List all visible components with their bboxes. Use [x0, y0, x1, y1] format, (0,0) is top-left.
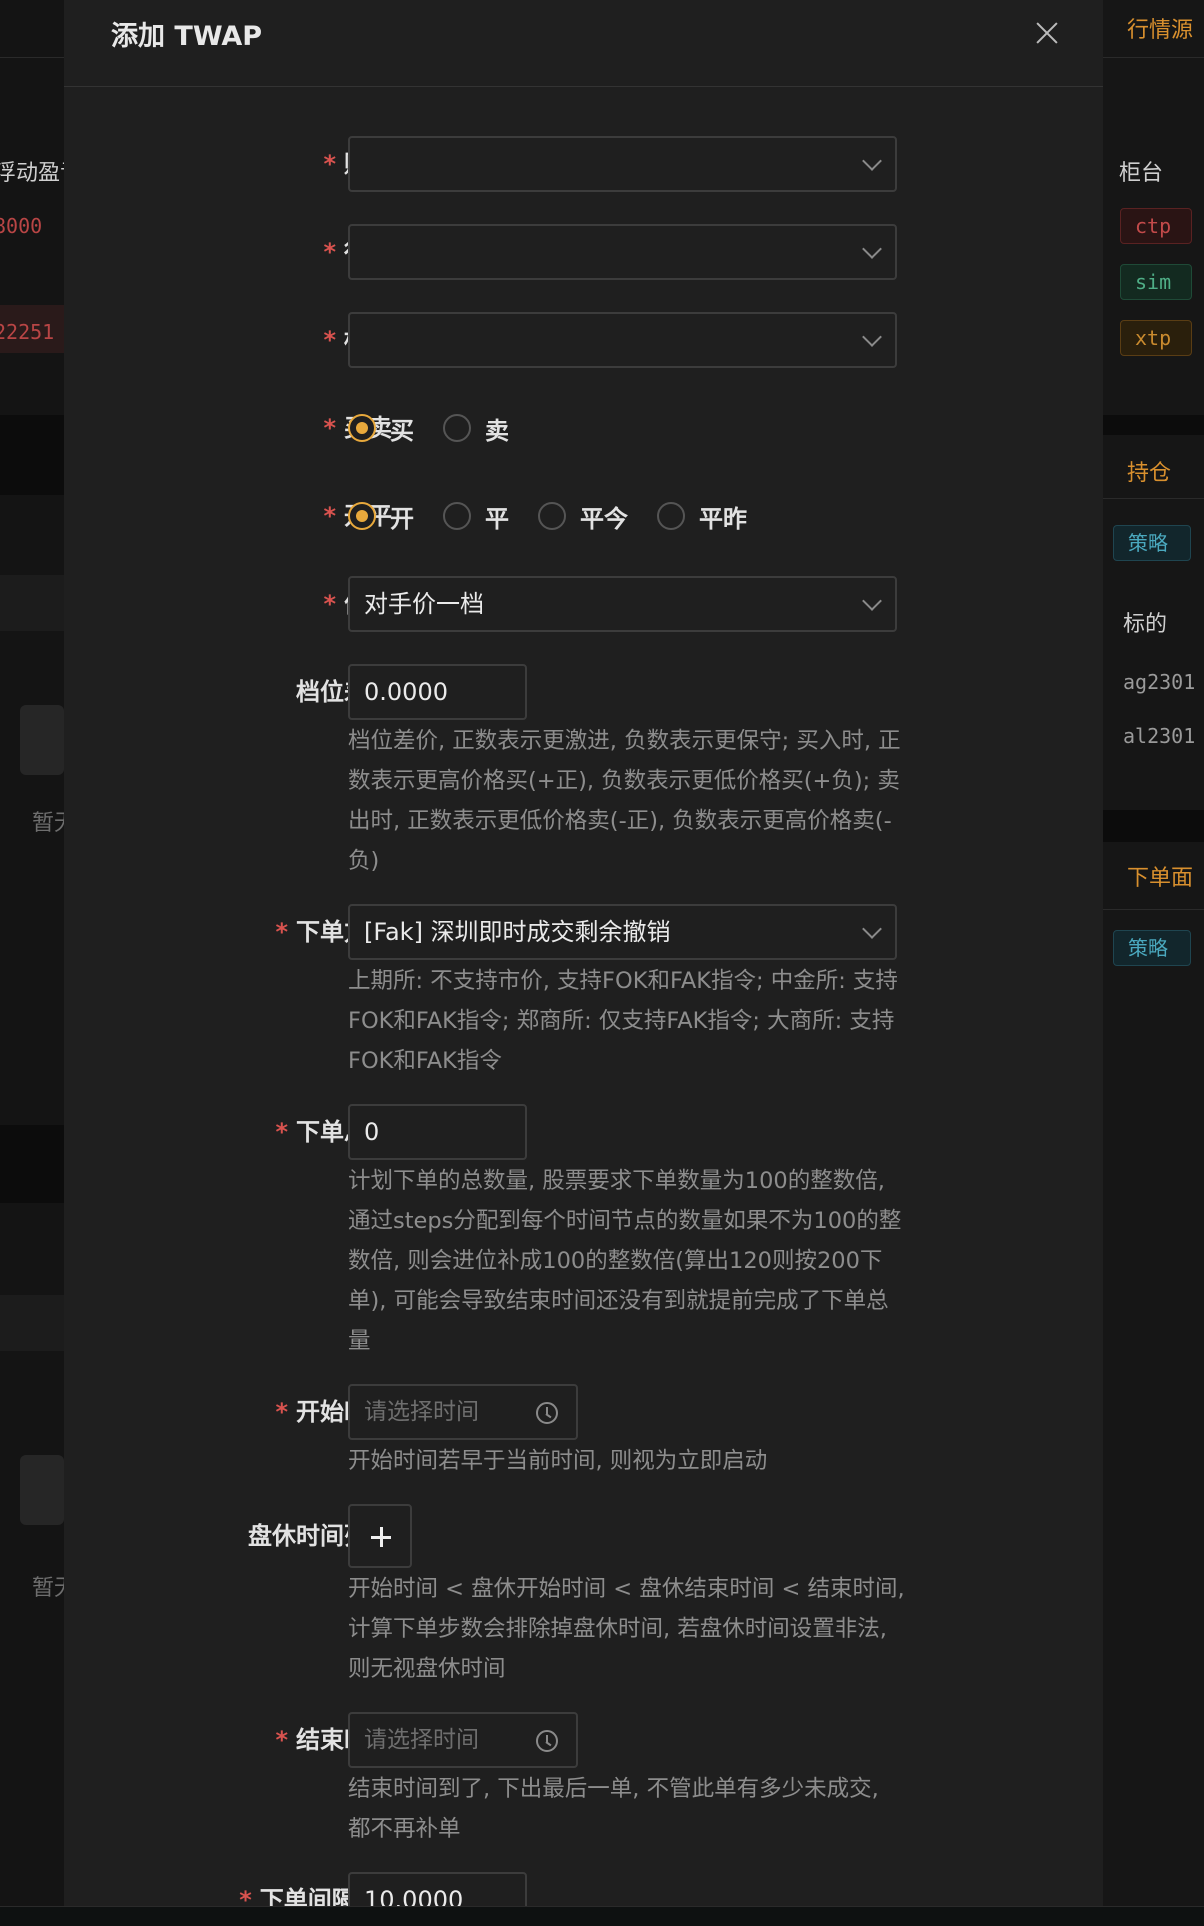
- counter-tag-ctp: ctp: [1120, 208, 1192, 244]
- left-table-header: [0, 575, 66, 631]
- left-empty-icon-2: [20, 1455, 64, 1525]
- order-type-help: 上期所: 不支持市价, 支持FOK和FAK指令; 中金所: 支持FOK和FAK指…: [348, 968, 898, 1074]
- radio-checked-icon: [348, 414, 376, 442]
- modal-title: 添加 TWAP: [111, 21, 263, 52]
- offset-radio-close-today[interactable]: 平今: [538, 499, 628, 534]
- chevron-down-icon: [862, 239, 882, 259]
- strategy-filter-tag-2[interactable]: 策略: [1113, 930, 1191, 966]
- right-divider-2: [1103, 810, 1204, 842]
- chevron-down-icon: [862, 151, 882, 171]
- side-radio-buy[interactable]: 买: [348, 411, 414, 446]
- left-divider-1: [0, 415, 66, 495]
- right-divider-1: [1103, 415, 1204, 435]
- radio-unchecked-icon: [538, 502, 566, 530]
- offset-radio-close[interactable]: 平: [443, 499, 509, 534]
- plus-icon: [348, 1504, 412, 1568]
- right-background-panel: 行情源 柜台 ctp sim xtp 持仓 策略 标的 ag2301 al230…: [1103, 0, 1204, 1926]
- end-time-picker[interactable]: 请选择时间: [348, 1712, 578, 1768]
- left-column-header: 浮动盈亏: [0, 161, 66, 186]
- break-list-add-button[interactable]: [348, 1504, 412, 1568]
- left-value-1: 8000: [0, 214, 43, 238]
- strategy-filter-tag[interactable]: 策略: [1113, 525, 1191, 561]
- radio-unchecked-icon: [443, 414, 471, 442]
- clock-icon: [536, 1402, 558, 1424]
- chevron-down-icon: [862, 327, 882, 347]
- radio-checked-icon: [348, 502, 376, 530]
- order-type-select[interactable]: [Fak] 深圳即时成交剩余撤销: [348, 904, 897, 960]
- market-select[interactable]: [348, 224, 897, 280]
- chevron-down-icon: [862, 591, 882, 611]
- offset-radio-close-yesterday[interactable]: 平昨: [657, 499, 747, 534]
- offset-radio-open[interactable]: 开: [348, 499, 414, 534]
- left-topbar: [0, 0, 66, 58]
- side-radio-group: 买 卖: [348, 400, 538, 456]
- start-time-help: 开始时间若早于当前时间, 则视为立即启动: [348, 1448, 768, 1474]
- end-time-help: 结束时间到了, 下出最后一单, 不管此单有多少未成交, 都不再补单: [348, 1776, 879, 1842]
- required-mark: *: [323, 150, 336, 178]
- start-time-picker[interactable]: 请选择时间: [348, 1384, 578, 1440]
- modal-header: 添加 TWAP: [64, 0, 1103, 87]
- clock-icon: [536, 1730, 558, 1752]
- symbol-select[interactable]: [348, 312, 897, 368]
- symbol-row-1[interactable]: ag2301: [1123, 670, 1195, 694]
- tick-diff-help: 档位差价, 正数表示更激进, 负数表示更保守; 买入时, 正数表示更高价格买(+…: [348, 728, 901, 874]
- counter-column-header: 柜台: [1119, 161, 1164, 186]
- symbol-row-2[interactable]: al2301: [1123, 724, 1195, 748]
- break-list-help: 开始时间 < 盘休开始时间 < 盘休结束时间 < 结束时间, 计算下单步数会排除…: [348, 1576, 905, 1682]
- left-background-panel: 浮动盈亏 8000 22251 暂无 暂无: [0, 0, 66, 1926]
- tick-diff-input[interactable]: 0.0000: [348, 664, 527, 720]
- total-volume-help: 计划下单的总数量, 股票要求下单数量为100的整数倍, 通过steps分配到每个…: [348, 1168, 902, 1354]
- close-icon[interactable]: [1032, 18, 1062, 48]
- symbol-column-header: 标的: [1123, 612, 1168, 637]
- left-value-2: 22251: [0, 320, 55, 344]
- left-empty-text-2: 暂无: [32, 1576, 66, 1601]
- twap-modal: 添加 TWAP *账户 *行情 *标的 *买卖 买 卖 *开平 开 平: [64, 0, 1103, 1926]
- chevron-down-icon: [862, 919, 882, 939]
- counter-tag-sim: sim: [1120, 264, 1192, 300]
- account-select[interactable]: [348, 136, 897, 192]
- left-divider-2: [0, 1125, 66, 1203]
- total-volume-input[interactable]: 0: [348, 1104, 527, 1160]
- counter-tag-xtp: xtp: [1120, 320, 1192, 356]
- side-radio-sell[interactable]: 卖: [443, 411, 509, 446]
- offset-radio-group: 开 平 平今 平昨: [348, 488, 776, 544]
- radio-unchecked-icon: [657, 502, 685, 530]
- bottom-status-bar: [0, 1906, 1204, 1926]
- left-empty-text-1: 暂无: [32, 811, 66, 836]
- price-select[interactable]: 对手价一档: [348, 576, 897, 632]
- market-source-tab[interactable]: 行情源: [1127, 12, 1193, 44]
- order-panel-tab[interactable]: 下单面: [1127, 860, 1193, 892]
- positions-tab[interactable]: 持仓: [1127, 455, 1171, 487]
- radio-unchecked-icon: [443, 502, 471, 530]
- left-empty-icon-1: [20, 705, 64, 775]
- left-table-header-2: [0, 1295, 66, 1351]
